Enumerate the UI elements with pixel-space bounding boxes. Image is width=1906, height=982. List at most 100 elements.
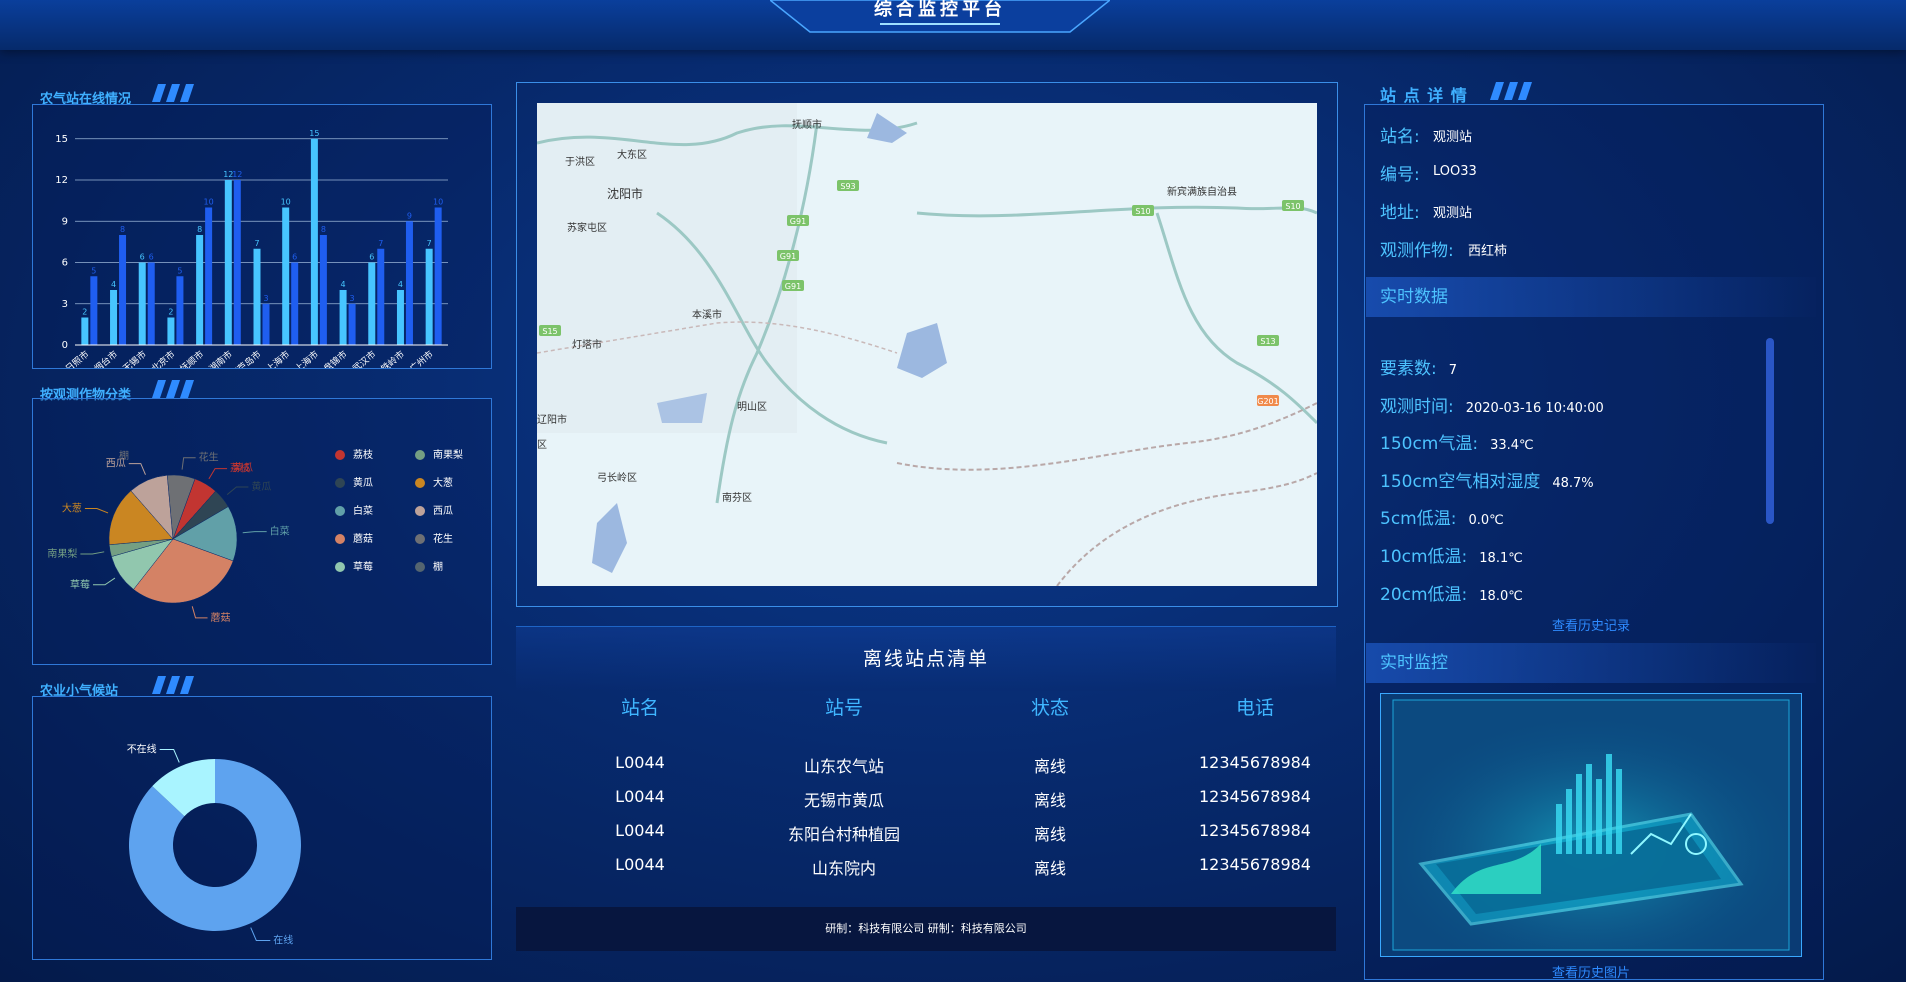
road-badge-label: G91 — [785, 282, 801, 291]
panel-station: 在线 不在线 — [32, 696, 492, 960]
realtime-value: 2020-03-16 10:40:00 — [1465, 400, 1604, 416]
map-place-label: 本溪市 — [692, 308, 722, 321]
detail-name-value: 观测站 — [1433, 130, 1473, 145]
legend-item[interactable]: 西瓜 — [415, 505, 453, 519]
map-place-label: 苏家屯区 — [567, 221, 607, 234]
bar[interactable] — [310, 138, 318, 345]
x-tick-label: 日照市 — [63, 348, 91, 368]
bar-value-label: 7 — [254, 239, 259, 248]
legend-label: 南果梨 — [433, 450, 463, 461]
bar[interactable] — [138, 262, 146, 346]
legend-label: 蘑菇 — [353, 534, 373, 545]
legend-item[interactable]: 大葱 — [415, 477, 453, 491]
bar-value-label: 6 — [369, 253, 374, 262]
x-tick-label: 上海市 — [292, 348, 320, 368]
bar[interactable] — [81, 317, 89, 346]
detail-crop-value: 西红柿 — [1468, 244, 1508, 259]
bar-value-label: 8 — [120, 225, 125, 234]
bar[interactable] — [425, 248, 433, 345]
legend-item[interactable]: 花生 — [415, 533, 453, 547]
x-tick-label: 铁岭市 — [378, 348, 406, 368]
bar[interactable] — [205, 207, 213, 346]
legend-label: 荔枝 — [353, 450, 373, 461]
bar[interactable] — [253, 248, 261, 345]
legend-item[interactable]: 草莓 — [335, 561, 373, 575]
table-cell: 12345678984 — [1199, 753, 1311, 772]
bar[interactable] — [147, 262, 155, 346]
legend-item[interactable]: 黄瓜 — [335, 477, 373, 491]
x-tick-label: 盘锦市 — [321, 348, 349, 368]
realtime-label: 要素数: — [1380, 359, 1437, 379]
realtime-data-header: 实时数据 — [1366, 277, 1816, 317]
legend-item[interactable]: 荔枝 — [335, 449, 373, 463]
table-header-cell[interactable]: 站号 — [764, 693, 924, 720]
donut-label-line — [250, 927, 271, 941]
pie-slice-label: 白菜 — [270, 525, 290, 538]
realtime-row: 10cm低温: 18.1℃ — [1380, 542, 1523, 567]
bar[interactable] — [291, 262, 299, 346]
map-place-label: 明山区 — [737, 401, 767, 413]
bar[interactable] — [119, 235, 127, 345]
table-header-cell[interactable]: 电话 — [1175, 693, 1335, 720]
map-place-label: 弓长岭区 — [597, 471, 637, 484]
pie-label-line — [84, 507, 109, 514]
bar-value-label: 8 — [197, 225, 202, 234]
bar[interactable] — [262, 303, 270, 345]
bar[interactable] — [377, 248, 385, 345]
pie-slice-label: 黄瓜 — [233, 461, 253, 474]
map-canvas[interactable]: 抚顺市大东区于洪区沈阳市苏家屯区本溪市灯塔市明山区辽阳市弓长岭区南芬区 新宾满族自… — [536, 103, 1319, 587]
bar[interactable] — [319, 235, 327, 345]
bar-value-label: 10 — [433, 198, 443, 207]
map-place-label: 沈阳市 — [607, 186, 643, 201]
bar[interactable] — [224, 180, 232, 345]
legend-label: 白菜 — [353, 506, 373, 517]
bar[interactable] — [434, 207, 442, 346]
realtime-scrollbar[interactable] — [1766, 338, 1774, 524]
bar[interactable] — [233, 180, 241, 345]
bar[interactable] — [196, 235, 204, 345]
legend-item[interactable]: 棚 — [415, 561, 443, 575]
map[interactable]: 抚顺市 大东区 于洪区 沈阳市 苏家屯区 本溪市 灯塔市 明山区 辽阳市 弓长岭区 南芬区 新宾满族自… — [536, 103, 1319, 587]
history-records-link[interactable]: 查看历史记录 — [1366, 615, 1816, 634]
table-header-cell[interactable]: 状态 — [970, 693, 1130, 720]
bar[interactable] — [90, 276, 98, 345]
bar[interactable] — [167, 317, 175, 346]
bar[interactable] — [368, 262, 376, 346]
panel-online: 0 3 6 9 12 15 2 5 日照市 4 8 烟台市 6 6 无锡市 2 5 北京市 8 10 抚顺市 12 12 湖南… — [32, 104, 492, 369]
bar[interactable] — [405, 221, 413, 345]
road-badge-label: S93 — [840, 182, 855, 191]
pie-label-line — [181, 457, 196, 470]
table-cell: 离线 — [1033, 791, 1066, 810]
realtime-label: 150cm气温: — [1380, 434, 1479, 455]
legend-item[interactable]: 南果梨 — [415, 449, 463, 463]
realtime-value: 48.7% — [1552, 475, 1594, 491]
x-tick-label: 广州市 — [407, 348, 435, 368]
x-tick-label: 湖南市 — [206, 348, 234, 368]
road-badge-label: S15 — [542, 327, 557, 336]
bar[interactable] — [110, 290, 118, 345]
panel-title-detail: 站 点 详 情 — [1380, 86, 1468, 105]
bar-value-label: 7 — [427, 239, 432, 248]
pie-label-line — [226, 486, 249, 496]
stripes-icon — [152, 676, 194, 694]
bar[interactable] — [176, 276, 184, 345]
bar[interactable] — [348, 303, 356, 345]
bar-value-label: 3 — [350, 294, 355, 303]
bar[interactable] — [282, 207, 290, 346]
y-tick-label: 3 — [62, 299, 68, 310]
detail-name-label: 站名: — [1380, 127, 1420, 147]
realtime-label: 5cm低温: — [1380, 509, 1457, 530]
history-images-link[interactable]: 查看历史图片 — [1366, 962, 1816, 981]
bar-value-label: 5 — [177, 266, 182, 275]
realtime-monitor-header: 实时监控 — [1366, 643, 1816, 683]
bar[interactable] — [339, 290, 347, 345]
table-header-cell[interactable]: 站名 — [560, 693, 720, 720]
legend-label: 黄瓜 — [353, 478, 373, 489]
monitor-image[interactable] — [1380, 693, 1802, 957]
legend-item[interactable]: 白菜 — [335, 505, 373, 519]
table-cell: L0044 — [615, 787, 665, 806]
legend-item[interactable]: 蘑菇 — [335, 533, 373, 547]
pie-label-line — [208, 468, 228, 480]
bar-value-label: 6 — [149, 253, 154, 262]
bar[interactable] — [396, 290, 404, 345]
